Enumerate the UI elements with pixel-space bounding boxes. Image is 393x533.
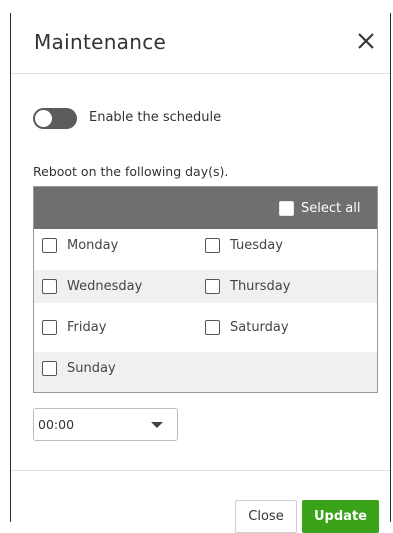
table-row: Friday Saturday bbox=[34, 311, 377, 344]
day-checkbox[interactable] bbox=[42, 320, 57, 335]
caret-down-icon bbox=[151, 422, 163, 428]
day-option-thursday[interactable]: Thursday bbox=[205, 270, 355, 303]
reboot-days-table: Select all Monday Tuesday Wednesday Thur… bbox=[33, 186, 378, 393]
dialog-header: Maintenance bbox=[11, 13, 390, 74]
reboot-time-value: 00:00 bbox=[38, 417, 75, 432]
day-checkbox[interactable] bbox=[42, 279, 57, 294]
day-checkbox[interactable] bbox=[205, 279, 220, 294]
day-option-monday[interactable]: Monday bbox=[42, 229, 192, 262]
day-checkbox[interactable] bbox=[42, 361, 57, 376]
maintenance-dialog: Maintenance Enable the schedule Reboot o… bbox=[10, 13, 391, 533]
day-label: Sunday bbox=[67, 361, 116, 376]
day-label: Thursday bbox=[230, 279, 291, 294]
day-option-tuesday[interactable]: Tuesday bbox=[205, 229, 355, 262]
enable-schedule-label: Enable the schedule bbox=[89, 110, 222, 125]
day-checkbox[interactable] bbox=[205, 238, 220, 253]
day-label: Monday bbox=[67, 238, 119, 253]
footer-divider bbox=[11, 470, 390, 471]
day-checkbox[interactable] bbox=[205, 320, 220, 335]
enable-schedule-toggle[interactable] bbox=[33, 108, 77, 129]
table-row: Sunday bbox=[34, 352, 377, 392]
day-label: Tuesday bbox=[230, 238, 283, 253]
day-option-wednesday[interactable]: Wednesday bbox=[42, 270, 192, 303]
day-option-saturday[interactable]: Saturday bbox=[205, 311, 355, 344]
select-all-label: Select all bbox=[301, 201, 361, 216]
table-header: Select all bbox=[34, 187, 377, 229]
day-option-friday[interactable]: Friday bbox=[42, 311, 192, 344]
select-all-checkbox[interactable] bbox=[279, 201, 294, 216]
day-label: Wednesday bbox=[67, 279, 143, 294]
close-icon[interactable] bbox=[355, 30, 377, 52]
day-checkbox[interactable] bbox=[42, 238, 57, 253]
close-button[interactable]: Close bbox=[235, 500, 297, 533]
table-row: Wednesday Thursday bbox=[34, 270, 377, 303]
reboot-time-select[interactable]: 00:00 bbox=[33, 408, 178, 441]
day-label: Friday bbox=[67, 320, 107, 335]
update-button[interactable]: Update bbox=[302, 500, 379, 533]
table-row: Monday Tuesday bbox=[34, 229, 377, 262]
top-cropped-caption bbox=[0, 0, 393, 14]
reboot-days-label: Reboot on the following day(s). bbox=[33, 164, 229, 179]
day-label: Saturday bbox=[230, 320, 289, 335]
toggle-knob bbox=[35, 110, 52, 127]
day-option-sunday[interactable]: Sunday bbox=[42, 352, 192, 385]
dialog-title: Maintenance bbox=[34, 30, 167, 54]
